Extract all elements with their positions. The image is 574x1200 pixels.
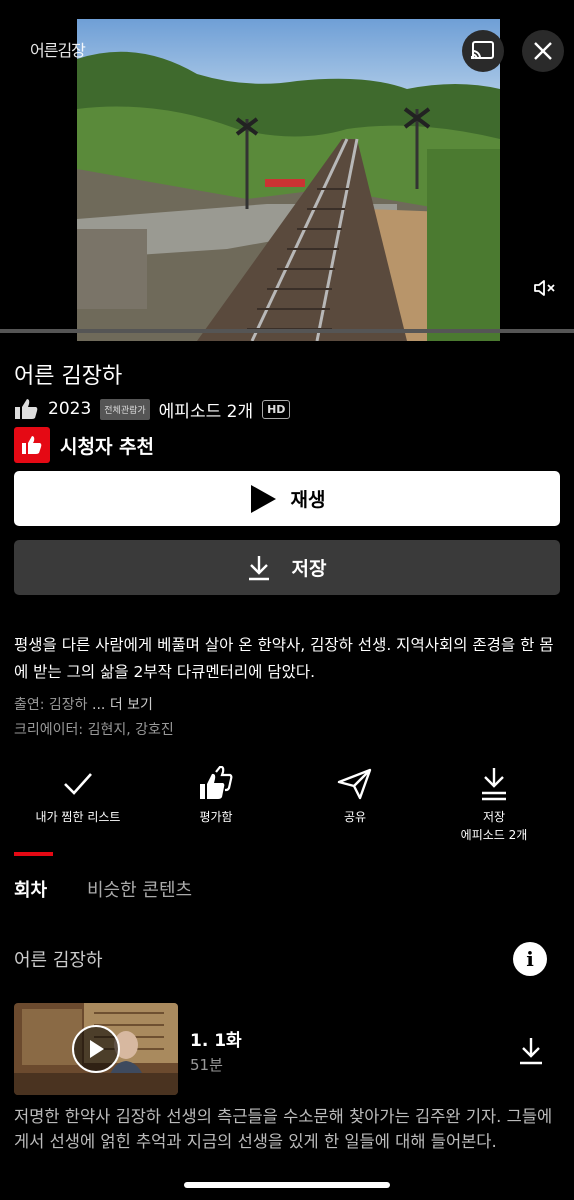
thumbs-up-double-icon <box>200 766 233 799</box>
channel-watermark: 어른김장 <box>30 41 86 60</box>
checkmark-icon <box>64 773 92 795</box>
release-year: 2023 <box>48 399 92 419</box>
rate-button[interactable]: 평가함 <box>151 764 281 826</box>
volume-mute-icon[interactable] <box>532 276 558 300</box>
episode-count: 에피소드 2개 <box>158 401 254 422</box>
my-list-label: 내가 찜한 리스트 <box>35 810 121 824</box>
episode-duration: 51분 <box>190 1056 223 1074</box>
info-icon[interactable]: i <box>513 942 547 976</box>
hd-badge: HD <box>262 399 291 419</box>
thumbs-up-icon <box>15 399 38 419</box>
cast-icon <box>471 41 494 59</box>
download-icon <box>248 555 269 580</box>
video-progress-bar[interactable] <box>0 329 574 333</box>
episode-play-button[interactable] <box>72 1025 120 1073</box>
creators-line: 크리에이터: 김현지, 강호진 <box>14 722 174 738</box>
download-button-label: 저장 <box>291 558 327 580</box>
show-meta: 2023 전체관람가 에피소드 2개 HD <box>14 394 291 424</box>
video-player[interactable]: 어른김장 <box>0 0 574 342</box>
close-button[interactable] <box>522 30 564 72</box>
cast-button[interactable] <box>462 30 504 72</box>
cast-more-link[interactable]: ... 더 보기 <box>88 697 153 713</box>
tab-episodes[interactable]: 회차 <box>14 876 47 902</box>
share-button[interactable]: 공유 <box>290 764 420 826</box>
download-episodes-button[interactable]: 저장 에피소드 2개 <box>429 764 559 844</box>
episode-title[interactable]: 1. 1화 <box>190 1026 242 1051</box>
play-icon <box>90 1040 104 1058</box>
cast-names: 출연: 김장하 <box>14 697 88 713</box>
episode-thumbnail[interactable] <box>14 1003 178 1095</box>
download-button[interactable]: 저장 <box>14 540 560 595</box>
play-button[interactable]: 재생 <box>14 471 560 526</box>
show-title: 어른 김장하 <box>14 364 123 389</box>
episode-download-icon[interactable] <box>518 1037 544 1065</box>
play-button-label: 재생 <box>290 489 326 511</box>
episode-description: 저명한 한약사 김장하 선생의 측근들을 수소문해 찾아가는 김주완 기자. 그… <box>14 1107 553 1151</box>
my-list-button[interactable]: 내가 찜한 리스트 <box>13 764 143 826</box>
home-indicator[interactable] <box>184 1182 390 1188</box>
close-icon <box>534 42 552 60</box>
share-label: 공유 <box>343 810 367 824</box>
share-icon <box>337 768 372 800</box>
recommend-badge <box>14 427 50 463</box>
tab-similar[interactable]: 비슷한 콘텐츠 <box>87 876 192 902</box>
download-episodes-label-line1: 저장 <box>482 810 506 824</box>
thumbs-up-icon <box>22 436 42 454</box>
video-still-railway <box>77 19 500 341</box>
cast-line: 출연: 김장하 ... 더 보기 <box>14 694 153 714</box>
synopsis: 평생을 다른 사람에게 베풀며 살아 온 한약사, 김장하 선생. 지역사회의 … <box>14 636 554 681</box>
download-episodes-label-line2: 에피소드 2개 <box>460 828 528 842</box>
viewer-recommendation: 시청자 추천 <box>14 427 154 463</box>
age-rating-badge: 전체관람가 <box>100 398 150 420</box>
season-title: 어른 김장하 <box>14 950 103 971</box>
tab-active-indicator <box>14 852 53 856</box>
download-episodes-label: 저장 에피소드 2개 <box>461 808 528 844</box>
play-icon <box>250 484 276 513</box>
rate-label: 평가함 <box>199 810 233 824</box>
download-icon <box>482 768 506 801</box>
recommendation-label: 시청자 추천 <box>60 435 155 458</box>
video-frame[interactable] <box>77 19 500 341</box>
